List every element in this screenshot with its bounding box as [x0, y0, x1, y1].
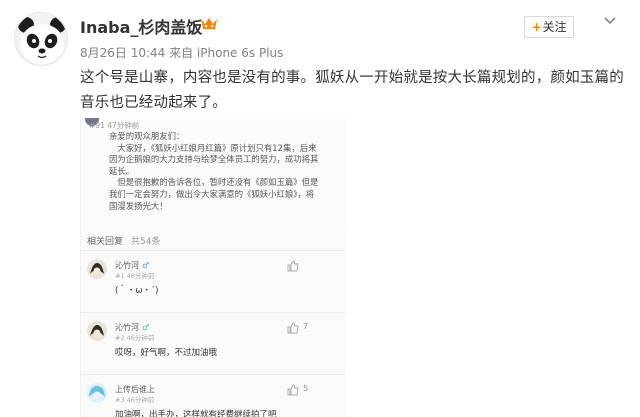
notice-line: 国漫发扬光大！ [109, 200, 168, 211]
comment-text: 加油啊，出手办，这样就有经费继续拍了吧 [115, 410, 277, 417]
comment-text: 哎呀，好气啊，不过加油哦 [115, 348, 218, 358]
like-count: 7 [303, 322, 309, 331]
commenter-avatar[interactable] [87, 383, 107, 403]
notice-body: 亲爱的观众朋友们： 大家好，《狐妖小红娘月红篇》原计划只有12集，后来 因为企鹅… [109, 131, 345, 212]
notice-line: 因为企鹅娘的大力支持与绘梦全体员工的努力，成功将其 [109, 154, 319, 165]
plus-icon: + [531, 20, 542, 34]
thumb-up-icon[interactable] [287, 260, 299, 272]
post-meta: 8月26日 10:44 来自 iPhone 6s Plus [80, 46, 284, 60]
comment-floor: #1 46分钟前 [115, 272, 155, 280]
chevron-down-icon[interactable] [603, 14, 617, 28]
male-icon: ♂ [142, 261, 150, 270]
comment-item: 沁竹河 ♂ #1 46分钟前 (｀・ω・´) [81, 251, 346, 313]
commenter-name-text: 沁竹河 [115, 323, 139, 332]
panda-avatar-icon [15, 13, 67, 65]
comment-item: 上传后谁上 #3 46分钟前 加油啊，出手办，这样就有经费继续拍了吧 5 [81, 375, 346, 417]
notice-topline: #91 47分钟前 [89, 121, 140, 130]
comment-floor: #3 46分钟前 [115, 396, 155, 404]
embedded-screenshot[interactable]: #91 47分钟前 亲爱的观众朋友们： 大家好，《狐妖小红娘月红篇》原计划只有1… [80, 118, 346, 417]
author-avatar[interactable] [14, 12, 68, 66]
follow-button[interactable]: +关注 [524, 16, 574, 38]
thumb-up-icon[interactable] [287, 384, 299, 396]
comment-floor: #2 46分钟前 [115, 334, 155, 342]
follow-label: 关注 [542, 20, 567, 34]
notice-line: 大家好，《狐妖小红娘月红篇》原计划只有12集，后来 [109, 142, 317, 153]
notice-line: 但是很抱歉的告诉各位，暂时还没有《颜如玉篇》但是 [109, 177, 319, 188]
commenter-avatar[interactable] [87, 321, 107, 341]
notice-card: #91 47分钟前 亲爱的观众朋友们： 大家好，《狐妖小红娘月红篇》原计划只有1… [81, 118, 346, 228]
related-count: 共54条 [131, 237, 161, 247]
thumb-up-icon[interactable] [287, 322, 299, 334]
vip-badge-icon [201, 18, 217, 29]
notice-line: 我们一定会努力，做出令大家满意的《狐妖小红娘》，将 [109, 188, 315, 199]
comment-text: (｀・ω・´) [115, 286, 159, 296]
post-text: 这个号是山寨，内容也是没有的事。狐妖从一开始就是按大长篇规划的，颜如玉篇的音乐也… [80, 70, 624, 111]
like-count: 5 [303, 384, 309, 393]
notice-line: 延长。 [109, 165, 135, 176]
commenter-avatar[interactable] [87, 259, 107, 279]
comment-item: 沁竹河 ♂ #2 46分钟前 哎呀，好气啊，不过加油哦 7 [81, 313, 346, 375]
author-name[interactable]: Inaba_杉肉盖饭 [80, 14, 202, 38]
male-icon: ♂ [142, 323, 150, 332]
commenter-name-text: 沁竹河 [115, 261, 139, 270]
notice-line: 亲爱的观众朋友们： [109, 131, 185, 141]
related-label: 相关回复 [87, 237, 124, 247]
related-replies-header: 相关回复 共54条 [87, 234, 160, 247]
commenter-name-text: 上传后谁上 [115, 385, 155, 394]
